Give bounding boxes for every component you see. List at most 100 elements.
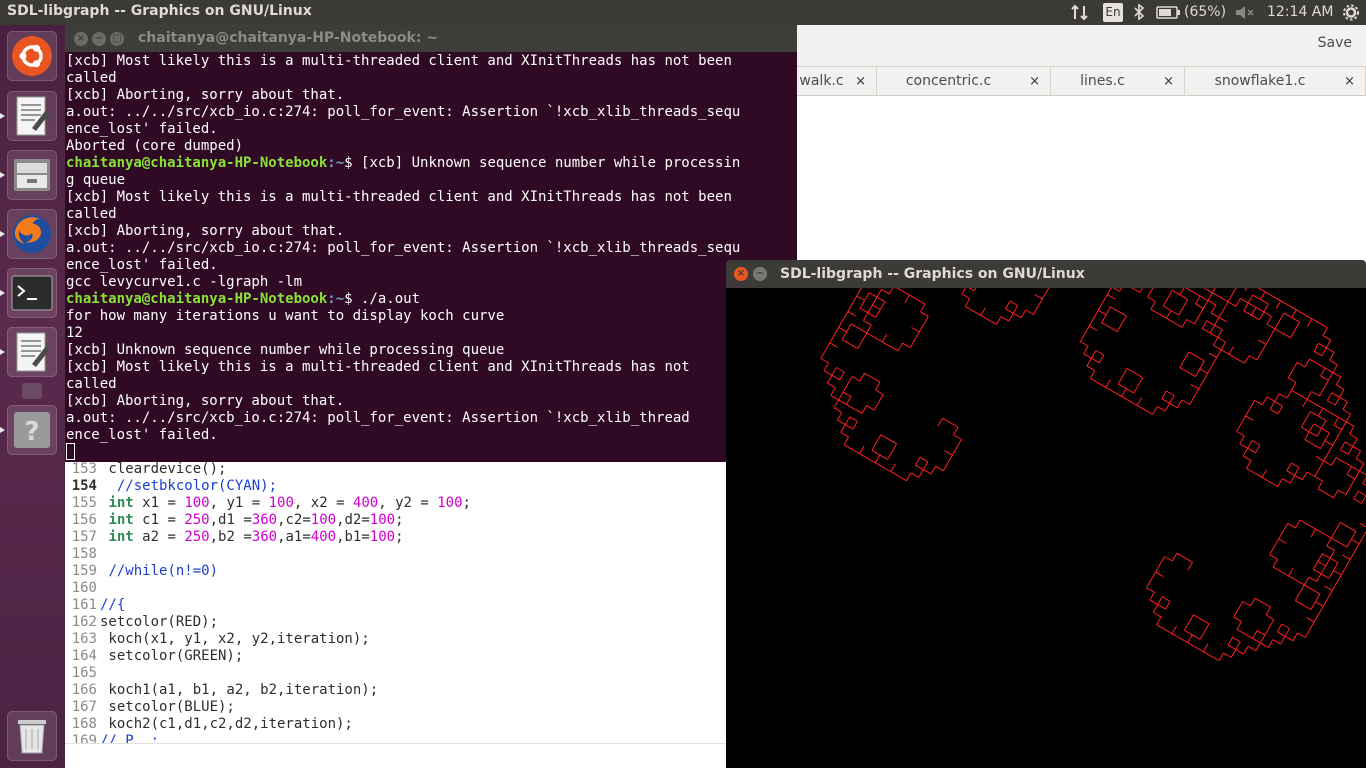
- top-panel: SDL-libgraph -- Graphics on GNU/Linux En…: [0, 0, 1366, 25]
- code-line: 158: [65, 546, 100, 563]
- terminal-icon[interactable]: [7, 268, 57, 318]
- code-line: 162 setcolor(RED);: [65, 614, 218, 631]
- gedit-toolbar: Save: [797, 25, 1366, 67]
- bluetooth-icon[interactable]: [1133, 0, 1145, 25]
- text-editor-icon[interactable]: [7, 91, 57, 141]
- line-number: 168: [71, 716, 97, 732]
- terminal-line: [xcb] Most likely this is a multi-thread…: [66, 359, 690, 375]
- keyboard-layout-indicator[interactable]: En: [1103, 3, 1123, 22]
- sdl-graphics-canvas: [726, 183, 1366, 768]
- code-text: setcolor(BLUE);: [100, 699, 235, 715]
- tab-walk[interactable]: walk.c ×: [797, 67, 877, 96]
- code-line: 166 koch1(a1, b1, a2, b2,iteration);: [65, 682, 378, 699]
- minimize-icon[interactable]: −: [92, 32, 106, 46]
- terminal-line: called: [66, 376, 117, 392]
- gedit-tab-bar: walk.c × concentric.c × lines.c × snowfl…: [797, 67, 1366, 96]
- sdl-window-title: SDL-libgraph -- Graphics on GNU/Linux: [780, 266, 1085, 282]
- code-line: 160: [65, 580, 100, 597]
- terminal-prompt-path: :~: [327, 291, 345, 307]
- terminal-line: a.out: ../../src/xcb_io.c:274: poll_for_…: [66, 240, 741, 256]
- launcher-running-indicator: [0, 113, 5, 119]
- help-icon[interactable]: ?: [7, 405, 57, 455]
- maximize-icon[interactable]: □: [110, 32, 124, 46]
- code-line: 155 int x1 = 100, y1 = 100, x2 = 400, y2…: [65, 495, 471, 512]
- battery-percent: (65%): [1184, 4, 1227, 20]
- battery-icon[interactable]: [1156, 0, 1182, 25]
- system-menu-gear-icon[interactable]: [1342, 0, 1360, 25]
- line-number: 155: [71, 495, 97, 511]
- ubuntu-dash-icon[interactable]: [7, 31, 57, 81]
- tab-snowflake1[interactable]: snowflake1.c ×: [1185, 67, 1366, 96]
- line-number: 159: [71, 563, 97, 579]
- terminal-cursor: [66, 443, 75, 460]
- tab-lines[interactable]: lines.c ×: [1051, 67, 1185, 96]
- terminal-prompt-user: chaitanya@chaitanya-HP-Notebook: [66, 155, 328, 171]
- line-number: 156: [71, 512, 97, 528]
- launcher-running-indicator: [0, 231, 5, 237]
- network-icon[interactable]: [1070, 0, 1090, 25]
- active-window-title: SDL-libgraph -- Graphics on GNU/Linux: [7, 3, 312, 19]
- tab-label: lines.c: [1080, 73, 1125, 89]
- line-number: 163: [71, 631, 97, 647]
- close-icon[interactable]: ×: [734, 267, 748, 281]
- close-icon[interactable]: ×: [74, 32, 88, 46]
- gedit-text-area[interactable]: [797, 96, 1366, 266]
- terminal-line: [xcb] Aborting, sorry about that.: [66, 393, 345, 409]
- line-number: 161: [71, 597, 97, 613]
- terminal-line: ence_lost' failed.: [66, 427, 218, 443]
- terminal-body[interactable]: [xcb] Most likely this is a multi-thread…: [65, 52, 797, 462]
- code-editor-scrollbar[interactable]: [65, 743, 727, 768]
- launcher: ?: [0, 25, 65, 768]
- code-text: //while(n!=0): [108, 563, 219, 579]
- terminal-line: ence_lost' failed.: [66, 121, 218, 137]
- terminal-line: chaitanya@chaitanya-HP-Notebook:~$ [xcb]…: [66, 155, 740, 172]
- launcher-running-indicator: [0, 427, 5, 433]
- fractal-path: [820, 183, 1366, 662]
- tab-concentric[interactable]: concentric.c ×: [877, 67, 1051, 96]
- line-number: 166: [71, 682, 97, 698]
- svg-text:?: ?: [24, 417, 39, 447]
- line-number: 154: [71, 478, 97, 494]
- clock[interactable]: 12:14 AM: [1267, 0, 1333, 25]
- code-text: koch(x1, y1, x2, y2,iteration);: [100, 631, 370, 647]
- volume-muted-icon[interactable]: [1234, 0, 1256, 25]
- terminal-line: 12: [66, 325, 83, 341]
- terminal-title: chaitanya@chaitanya-HP-Notebook: ~: [138, 30, 439, 46]
- terminal-line: called: [66, 70, 117, 86]
- terminal-line: chaitanya@chaitanya-HP-Notebook:~$ ./a.o…: [66, 291, 420, 308]
- terminal-line: a.out: ../../src/xcb_io.c:274: poll_for_…: [66, 410, 690, 426]
- text-editor-icon[interactable]: [7, 327, 57, 377]
- close-icon[interactable]: ×: [855, 67, 866, 96]
- code-line: 164 setcolor(GREEN);: [65, 648, 244, 665]
- code-text: //setbkcolor(CYAN);: [116, 478, 278, 494]
- line-number: 162: [71, 614, 97, 630]
- line-number: 167: [71, 699, 97, 715]
- tab-label: walk.c: [799, 73, 844, 89]
- files-icon[interactable]: [7, 150, 57, 200]
- line-number: 157: [71, 529, 97, 545]
- save-button[interactable]: Save: [1318, 35, 1352, 51]
- terminal-line: Aborted (core dumped): [66, 138, 244, 154]
- code-line: 163 koch(x1, y1, x2, y2,iteration);: [65, 631, 370, 648]
- close-icon[interactable]: ×: [1029, 67, 1040, 96]
- minimize-icon[interactable]: −: [753, 267, 767, 281]
- terminal-line: [xcb] Most likely this is a multi-thread…: [66, 189, 732, 205]
- levy-c-curve-fractal: [820, 183, 1366, 662]
- terminal-line: ence_lost' failed.: [66, 257, 218, 273]
- code-text: //{: [100, 597, 126, 613]
- sdl-window-titlebar[interactable]: × − SDL-libgraph -- Graphics on GNU/Linu…: [726, 260, 1366, 288]
- code-text: setcolor(RED);: [100, 614, 219, 630]
- firefox-icon[interactable]: [7, 209, 57, 259]
- trash-icon[interactable]: [7, 711, 57, 761]
- terminal-line: [xcb] Most likely this is a multi-thread…: [66, 53, 732, 69]
- terminal-line: for how many iterations u want to displa…: [66, 308, 505, 324]
- code-line: 167 setcolor(BLUE);: [65, 699, 235, 716]
- code-line: 168 koch2(c1,d1,c2,d2,iteration);: [65, 716, 353, 733]
- line-number: 164: [71, 648, 97, 664]
- small-app-icon[interactable]: [22, 383, 42, 399]
- close-icon[interactable]: ×: [1163, 67, 1174, 96]
- terminal-line: [xcb] Aborting, sorry about that.: [66, 223, 345, 239]
- terminal-titlebar[interactable]: × − □ chaitanya@chaitanya-HP-Notebook: ~: [65, 25, 797, 52]
- close-icon[interactable]: ×: [1344, 67, 1355, 96]
- code-editor[interactable]: 153 cleardevice(); 154 //setbkcolor(CYAN)…: [65, 462, 727, 768]
